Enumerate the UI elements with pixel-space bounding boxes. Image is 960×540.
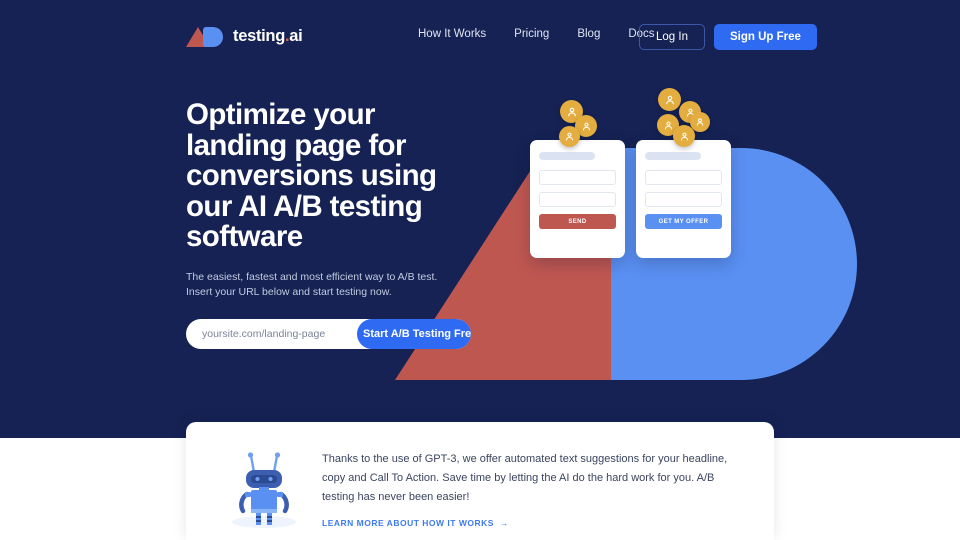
nav-links: How It Works Pricing Blog Docs [418, 28, 655, 40]
landing-page: testing.ai How It Works Pricing Blog Doc… [0, 0, 960, 540]
user-avatar-icon [559, 126, 580, 147]
learn-more-link[interactable]: LEARN MORE ABOUT HOW IT WORKS → [322, 518, 509, 528]
arrow-right-icon: → [499, 518, 509, 528]
logo-word: testing [233, 26, 285, 45]
user-avatar-icon [673, 125, 695, 147]
user-avatar-icon [658, 88, 681, 111]
login-button[interactable]: Log In [639, 24, 705, 50]
logo-text: testing.ai [233, 26, 303, 46]
info-card-text: Thanks to the use of GPT-3, we offer aut… [314, 450, 744, 531]
info-card: Thanks to the use of GPT-3, we offer aut… [186, 422, 774, 540]
hero-section: testing.ai How It Works Pricing Blog Doc… [0, 0, 960, 438]
nav-link-blog[interactable]: Blog [577, 28, 600, 40]
logo[interactable]: testing.ai [186, 23, 303, 49]
info-card-inner: Thanks to the use of GPT-3, we offer aut… [186, 422, 774, 540]
nav-link-how-it-works[interactable]: How It Works [418, 28, 486, 40]
nav-link-pricing[interactable]: Pricing [514, 28, 549, 40]
logo-mark [186, 25, 228, 47]
robot-icon [214, 450, 314, 530]
top-navigation: testing.ai How It Works Pricing Blog Doc… [0, 0, 960, 70]
signup-button[interactable]: Sign Up Free [713, 24, 817, 50]
nav-actions: Log In Sign Up Free [639, 24, 817, 50]
info-paragraph: Thanks to the use of GPT-3, we offer aut… [322, 453, 728, 503]
letter-b-shape-icon [203, 27, 223, 47]
logo-suffix: ai [289, 26, 303, 45]
learn-more-label: LEARN MORE ABOUT HOW IT WORKS [322, 518, 494, 528]
